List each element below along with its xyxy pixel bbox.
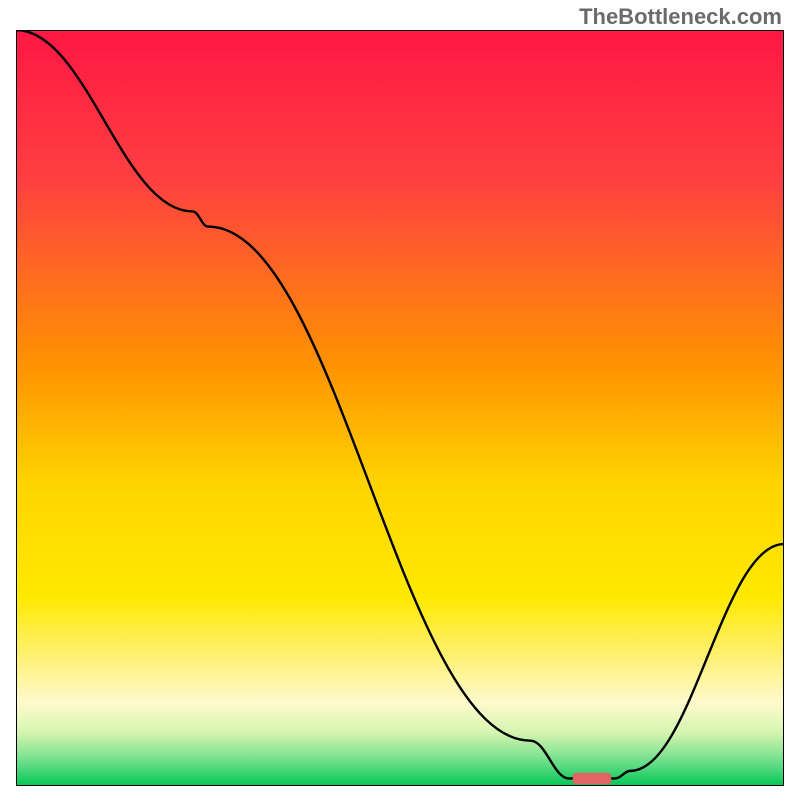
chart-area [16, 30, 784, 786]
gradient-background [16, 30, 784, 786]
watermark-text: TheBottleneck.com [579, 4, 782, 30]
optimal-marker [573, 773, 611, 784]
chart-svg [16, 30, 784, 786]
